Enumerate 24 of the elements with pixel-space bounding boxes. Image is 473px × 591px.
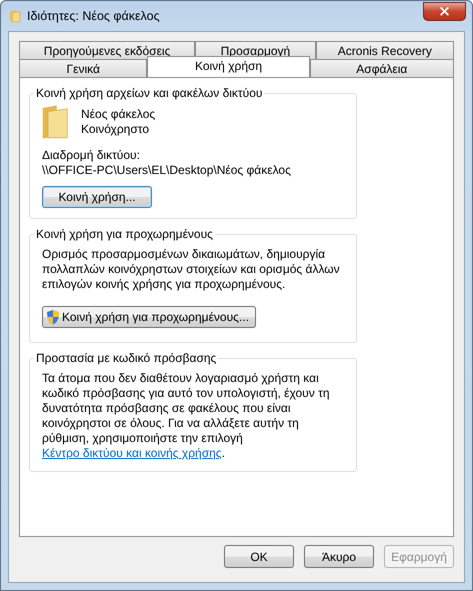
folder-icon xyxy=(9,8,21,24)
group-title: Κοινή χρήση αρχείων και φακέλων δικτύου xyxy=(35,86,264,100)
description-text: Τα άτομα που δεν διαθέτουν λογαριασμό χρήστη και κωδικό πρόσβασης για αυτό τον υπολογιστή, έχουν τη δυνατότητα πρόσβασης σε φακέλους που είναι κοινόχρηστοι σε όλους. Για να αλλάξετε αυτήν τη ρύθμιση, χρησιμοποιήστε την επιλογή Κέντρο δικτύου και κοινής χρήσης. xyxy=(42,371,330,461)
share-status: Κοινόχρηστο xyxy=(81,122,149,137)
network-center-link[interactable]: Κέντρο δικτύου και κοινής χρήσης xyxy=(42,446,222,460)
tab[interactable]: Γενικά xyxy=(19,59,148,77)
share-button[interactable]: Κοινή χρήση... xyxy=(42,186,152,208)
folder-name: Νέος φάκελος xyxy=(81,107,156,122)
folder-icon xyxy=(41,104,69,140)
group-title: Κοινή χρήση για προχωρημένους xyxy=(35,227,214,241)
path-label: Διαδρομή δικτύου: xyxy=(42,148,140,163)
tab[interactable]: Κοινή χρήση xyxy=(147,56,310,77)
advanced-sharing-button[interactable]: Κοινή χρήση για προχωρημένους... xyxy=(42,306,256,328)
tab[interactable]: Ασφάλεια xyxy=(310,59,454,77)
dialog-button[interactable]: Άκυρο xyxy=(304,545,374,568)
window-title: Ιδιότητες: Νέος φάκελος xyxy=(27,9,161,23)
shield-icon xyxy=(46,309,60,325)
description-text: Ορισμός προσαρμοσμένων δικαιωμάτων, δημιουργία πολλαπλών κοινόχρηστων στοιχείων και ορισμός άλλων επιλογών κοινής χρήσης για προχωρημένους. xyxy=(42,247,341,292)
close-button[interactable]: × xyxy=(423,2,466,20)
tab[interactable]: Προηγούμενες εκδόσεις xyxy=(19,41,196,59)
network-path: \\OFFICE-PC\Users\EL\Desktop\Νέος φάκελος xyxy=(42,163,291,178)
dialog-button[interactable]: OK xyxy=(224,545,294,568)
tab[interactable]: Acronis Recovery xyxy=(316,41,454,59)
group-title: Προστασία με κωδικό πρόσβασης xyxy=(35,351,218,365)
